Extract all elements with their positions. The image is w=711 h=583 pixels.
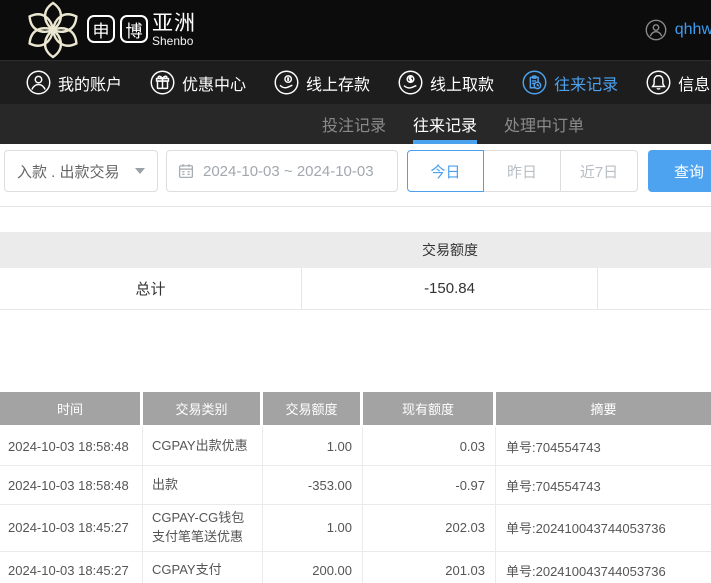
cell-note: 单号:704554743 [506, 478, 601, 494]
date-range-value: 2024-10-03 ~ 2024-10-03 [203, 162, 374, 180]
today-button[interactable]: 今日 [407, 150, 484, 192]
column-header-note: 摘要 [496, 392, 711, 425]
nav-item-promotions[interactable]: 优惠中心 [150, 70, 246, 95]
nav-label: 优惠中心 [182, 76, 247, 94]
filter-bar: 入款 . 出款交易 2024-10-03 ~ 2024-10-03 今日 昨日 … [0, 144, 711, 207]
nav-item-online-withdrawal[interactable]: 线上取款 [398, 70, 494, 95]
cell-type: CGPAY-CG钱包支付笔笔送优惠 [143, 505, 263, 551]
cell-time: 2024-10-03 18:45:27 [0, 551, 143, 583]
logo-region-text: 亚洲 [152, 12, 196, 35]
tab-transaction-records[interactable]: 往来记录 [413, 104, 478, 144]
summary-header-amount: 交易额度 [422, 242, 478, 258]
account-icon [26, 70, 51, 95]
cell-note: 单号:704554743 [506, 439, 601, 455]
tab-betting-records[interactable]: 投注记录 [322, 104, 386, 144]
cell-balance: -0.97 [363, 466, 496, 504]
logo-wordmark: 亚洲 Shenbo [152, 12, 196, 48]
quick-date-button-group: 今日 昨日 近7日 [407, 150, 638, 192]
tab-processing-orders[interactable]: 处理中订单 [504, 104, 584, 144]
brand-header: 申 博 亚洲 Shenbo qhhw [0, 0, 711, 60]
transaction-records-page: 申 博 亚洲 Shenbo qhhw 我的账户 优惠中心 线上存款 线上取款 往… [0, 0, 711, 583]
cell-amount: -353.00 [263, 466, 363, 504]
cell-time: 2024-10-03 18:58:48 [0, 466, 143, 504]
logo-characters: 申 博 [87, 15, 148, 43]
cell-amount: 200.00 [263, 551, 363, 583]
transaction-type-value: 入款 . 出款交易 [17, 163, 120, 181]
table-body: 2024-10-03 18:58:48 CGPAY出款优惠 1.00 0.03 … [0, 425, 711, 583]
nav-label: 线上取款 [430, 76, 495, 94]
nav-item-transaction-records[interactable]: 往来记录 [522, 70, 618, 95]
table-row: 2024-10-03 18:45:27 CGPAY-CG钱包支付笔笔送优惠 1.… [0, 505, 711, 552]
nav-label: 我的账户 [58, 76, 123, 94]
cell-type: CGPAY支付 [143, 551, 263, 583]
withdrawal-icon [398, 70, 423, 95]
column-header-balance: 现有额度 [363, 392, 496, 425]
summary-header-spacer [598, 232, 711, 268]
summary-total-row: 总计 -150.84 [0, 268, 711, 310]
logo-char-shen: 申 [87, 15, 115, 43]
nav-label: 线上存款 [306, 76, 371, 94]
table-row: 2024-10-03 18:58:48 CGPAY出款优惠 1.00 0.03 … [0, 427, 711, 466]
records-icon [522, 70, 547, 95]
chevron-down-icon [135, 168, 145, 174]
nav-item-messages[interactable]: 信息 [646, 70, 710, 95]
user-account-area[interactable]: qhhw [645, 0, 711, 60]
nav-label: 信息 [678, 76, 711, 94]
summary-header-row: 交易额度 [0, 232, 711, 268]
cell-balance: 202.03 [363, 505, 496, 551]
date-range-input[interactable]: 2024-10-03 ~ 2024-10-03 [166, 150, 398, 192]
deposit-icon [274, 70, 299, 95]
cell-time: 2024-10-03 18:45:27 [0, 505, 143, 551]
query-button[interactable]: 查询 [648, 150, 711, 192]
records-tabs: 投注记录 往来记录 处理中订单 [322, 104, 584, 144]
nav-item-my-account[interactable]: 我的账户 [26, 70, 122, 95]
cell-type: CGPAY出款优惠 [143, 427, 263, 465]
logo-romanized-text: Shenbo [152, 34, 194, 48]
cell-time: 2024-10-03 18:58:48 [0, 427, 143, 465]
summary-table: 交易额度 总计 -150.84 [0, 232, 711, 310]
summary-total-label: 总计 [0, 268, 302, 309]
user-avatar-icon [645, 19, 667, 41]
summary-total-spacer [598, 268, 711, 309]
cell-amount: 1.00 [263, 505, 363, 551]
column-header-type: 交易类别 [143, 392, 263, 425]
main-nav: 我的账户 优惠中心 线上存款 线上取款 往来记录 信息 [0, 60, 711, 104]
cell-balance: 201.03 [363, 551, 496, 583]
messages-icon [646, 70, 671, 95]
nav-item-online-deposit[interactable]: 线上存款 [274, 70, 370, 95]
cell-note: 单号:202410043744053736 [506, 564, 666, 580]
last7days-button[interactable]: 近7日 [561, 150, 638, 192]
yesterday-button[interactable]: 昨日 [484, 150, 561, 192]
table-header-row: 时间 交易类别 交易额度 现有额度 摘要 [0, 392, 711, 425]
transaction-type-select[interactable]: 入款 . 出款交易 [4, 150, 158, 192]
records-tabbar: 投注记录 往来记录 处理中订单 [0, 104, 711, 144]
username-text[interactable]: qhhw [675, 21, 711, 39]
shenbo-flower-logo-icon [28, 1, 78, 59]
table-row: 2024-10-03 18:58:48 出款 -353.00 -0.97 单号:… [0, 466, 711, 505]
cell-balance: 0.03 [363, 427, 496, 465]
cell-type: 出款 [143, 466, 263, 504]
column-header-amount: 交易额度 [263, 392, 363, 425]
cell-note: 单号:202410043744053736 [506, 521, 666, 537]
promotions-icon [150, 70, 175, 95]
table-row: 2024-10-03 18:45:27 CGPAY支付 200.00 201.0… [0, 551, 711, 583]
transactions-table: 时间 交易类别 交易额度 现有额度 摘要 2024-10-03 18:58:48… [0, 392, 711, 583]
summary-total-value: -150.84 [302, 268, 598, 309]
column-header-time: 时间 [0, 392, 143, 425]
nav-label: 往来记录 [554, 76, 619, 94]
calendar-icon [178, 164, 194, 179]
summary-header-spacer [0, 232, 302, 268]
cell-amount: 1.00 [263, 427, 363, 465]
logo-char-bo: 博 [120, 15, 148, 43]
